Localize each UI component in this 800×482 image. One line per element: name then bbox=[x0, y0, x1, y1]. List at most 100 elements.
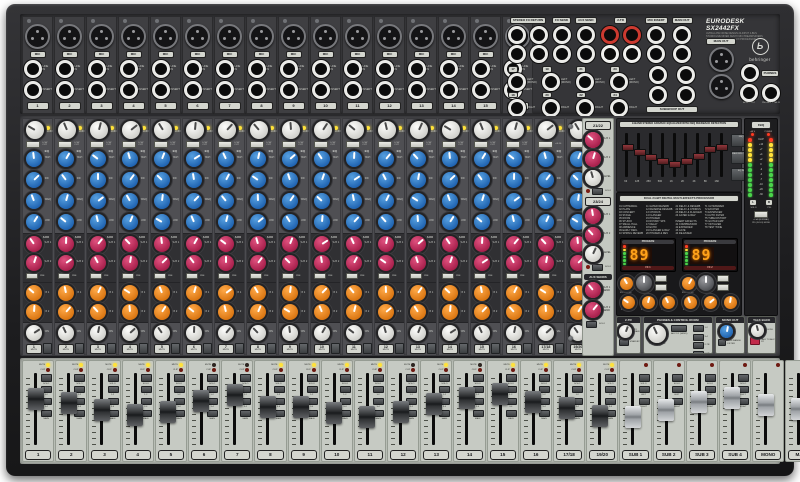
eq-freq-knob[interactable] bbox=[410, 193, 426, 209]
aux-2-knob[interactable] bbox=[346, 255, 362, 271]
fx-route-knob-3[interactable] bbox=[724, 296, 737, 309]
fader-handle[interactable] bbox=[393, 401, 409, 423]
aux-send-1-knob[interactable] bbox=[585, 282, 601, 298]
source-button-3-4[interactable] bbox=[693, 334, 704, 341]
eq-mid-knob[interactable] bbox=[346, 172, 362, 188]
fader-handle[interactable] bbox=[492, 383, 508, 405]
eq-freq-knob[interactable] bbox=[474, 193, 490, 209]
channel-mute-button[interactable] bbox=[459, 343, 468, 354]
fader-handle[interactable] bbox=[293, 396, 309, 418]
assign-button-1-2[interactable] bbox=[307, 386, 318, 394]
assign-button-solo[interactable] bbox=[108, 374, 119, 382]
eq-low-knob[interactable] bbox=[474, 214, 490, 230]
eq-low-knob[interactable] bbox=[250, 214, 266, 230]
eq-freq-knob[interactable] bbox=[314, 193, 330, 209]
gain-knob[interactable] bbox=[346, 121, 364, 139]
geq-band-slider[interactable] bbox=[661, 133, 664, 177]
assign-button-1-2[interactable] bbox=[406, 386, 417, 394]
geq-slider-cap[interactable] bbox=[634, 149, 646, 156]
eq-low-knob[interactable] bbox=[282, 214, 298, 230]
eq-low-knob[interactable] bbox=[90, 214, 106, 230]
fader-handle[interactable] bbox=[227, 384, 243, 406]
phones-ctrl-room-knob[interactable] bbox=[648, 325, 666, 343]
mode-button[interactable] bbox=[754, 211, 768, 218]
assign-button-right[interactable] bbox=[639, 398, 650, 406]
assign-button-solo[interactable] bbox=[340, 374, 351, 382]
aux-2-knob[interactable] bbox=[410, 255, 426, 271]
aux-1-knob[interactable] bbox=[58, 236, 74, 252]
aux-1-knob[interactable] bbox=[122, 236, 138, 252]
lowcut-button[interactable] bbox=[218, 141, 232, 148]
aux-2-knob[interactable] bbox=[154, 255, 170, 271]
fx-2-knob[interactable] bbox=[538, 304, 554, 320]
assign-button-solo[interactable] bbox=[141, 374, 152, 382]
fx-button[interactable] bbox=[717, 275, 729, 282]
pre-button[interactable] bbox=[186, 273, 198, 280]
eq-freq-knob[interactable] bbox=[250, 193, 266, 209]
source-button-1-2[interactable] bbox=[693, 325, 704, 332]
fx-2-knob[interactable] bbox=[218, 304, 234, 320]
assign-button-left[interactable] bbox=[672, 386, 683, 394]
aux-2-knob[interactable] bbox=[442, 255, 458, 271]
strip-23-24-knob[interactable] bbox=[585, 227, 601, 243]
fx-1-knob[interactable] bbox=[218, 285, 234, 301]
gain-knob[interactable] bbox=[506, 121, 524, 139]
assign-button-main[interactable] bbox=[473, 410, 484, 418]
fx-2-knob[interactable] bbox=[282, 304, 298, 320]
channel-mute-button[interactable] bbox=[75, 343, 84, 354]
pan-knob[interactable] bbox=[346, 325, 362, 341]
fx-route-knob-2[interactable] bbox=[704, 296, 717, 309]
channel-mute-button[interactable] bbox=[139, 343, 148, 354]
eq-mid-knob[interactable] bbox=[58, 172, 74, 188]
low-range-filter-button[interactable] bbox=[718, 339, 726, 346]
geq-band-slider[interactable] bbox=[625, 133, 628, 177]
fx-2-knob[interactable] bbox=[186, 304, 202, 320]
gain-knob[interactable] bbox=[58, 121, 76, 139]
lowcut-button[interactable] bbox=[346, 141, 360, 148]
lowcut-button[interactable] bbox=[90, 141, 104, 148]
fx-1-knob[interactable] bbox=[154, 285, 170, 301]
channel-mute-button[interactable] bbox=[107, 343, 116, 354]
pan-knob[interactable] bbox=[538, 325, 554, 341]
eq-freq-knob[interactable] bbox=[26, 193, 42, 209]
pan-knob[interactable] bbox=[410, 325, 426, 341]
gain-knob[interactable] bbox=[314, 121, 332, 139]
assign-button-1-2[interactable] bbox=[605, 386, 616, 394]
eq-freq-knob[interactable] bbox=[346, 193, 362, 209]
pre-button[interactable] bbox=[282, 273, 294, 280]
pan-knob[interactable] bbox=[378, 325, 394, 341]
eq-mid-knob[interactable] bbox=[506, 172, 522, 188]
pre-button[interactable] bbox=[474, 273, 486, 280]
pan-knob[interactable] bbox=[506, 325, 522, 341]
fader-handle[interactable] bbox=[127, 404, 143, 426]
channel-mute-button[interactable] bbox=[235, 343, 244, 354]
eq-high-knob[interactable] bbox=[218, 151, 234, 167]
solo-button[interactable] bbox=[592, 188, 603, 195]
lowcut-button[interactable] bbox=[506, 141, 520, 148]
lowcut-button[interactable] bbox=[250, 141, 264, 148]
geq-band-slider[interactable] bbox=[684, 133, 687, 177]
fader-handle[interactable] bbox=[359, 406, 375, 428]
gain-knob[interactable] bbox=[442, 121, 460, 139]
standby-button[interactable] bbox=[619, 339, 629, 346]
geq-band-slider[interactable] bbox=[637, 133, 640, 177]
gain-knob[interactable] bbox=[218, 121, 236, 139]
aux-2-knob[interactable] bbox=[314, 255, 330, 271]
geq-slider-cap[interactable] bbox=[693, 153, 705, 160]
eq-mid-knob[interactable] bbox=[186, 172, 202, 188]
geq-band-slider[interactable] bbox=[673, 133, 676, 177]
eq-mid-knob[interactable] bbox=[90, 172, 106, 188]
lowcut-button[interactable] bbox=[26, 141, 40, 148]
assign-button-1-2[interactable] bbox=[274, 386, 285, 394]
geq-slider-cap[interactable] bbox=[704, 146, 716, 153]
assign-button-solo[interactable] bbox=[506, 374, 517, 382]
pre-button[interactable] bbox=[314, 273, 326, 280]
channel-mute-button[interactable] bbox=[331, 343, 340, 354]
fx-2-knob[interactable] bbox=[346, 304, 362, 320]
eq-low-knob[interactable] bbox=[442, 214, 458, 230]
pre-button[interactable] bbox=[442, 273, 454, 280]
channel-mute-button[interactable] bbox=[523, 343, 532, 354]
fx-1-knob[interactable] bbox=[378, 285, 394, 301]
aux-1-knob[interactable] bbox=[26, 236, 42, 252]
assign-button-main[interactable] bbox=[240, 410, 251, 418]
